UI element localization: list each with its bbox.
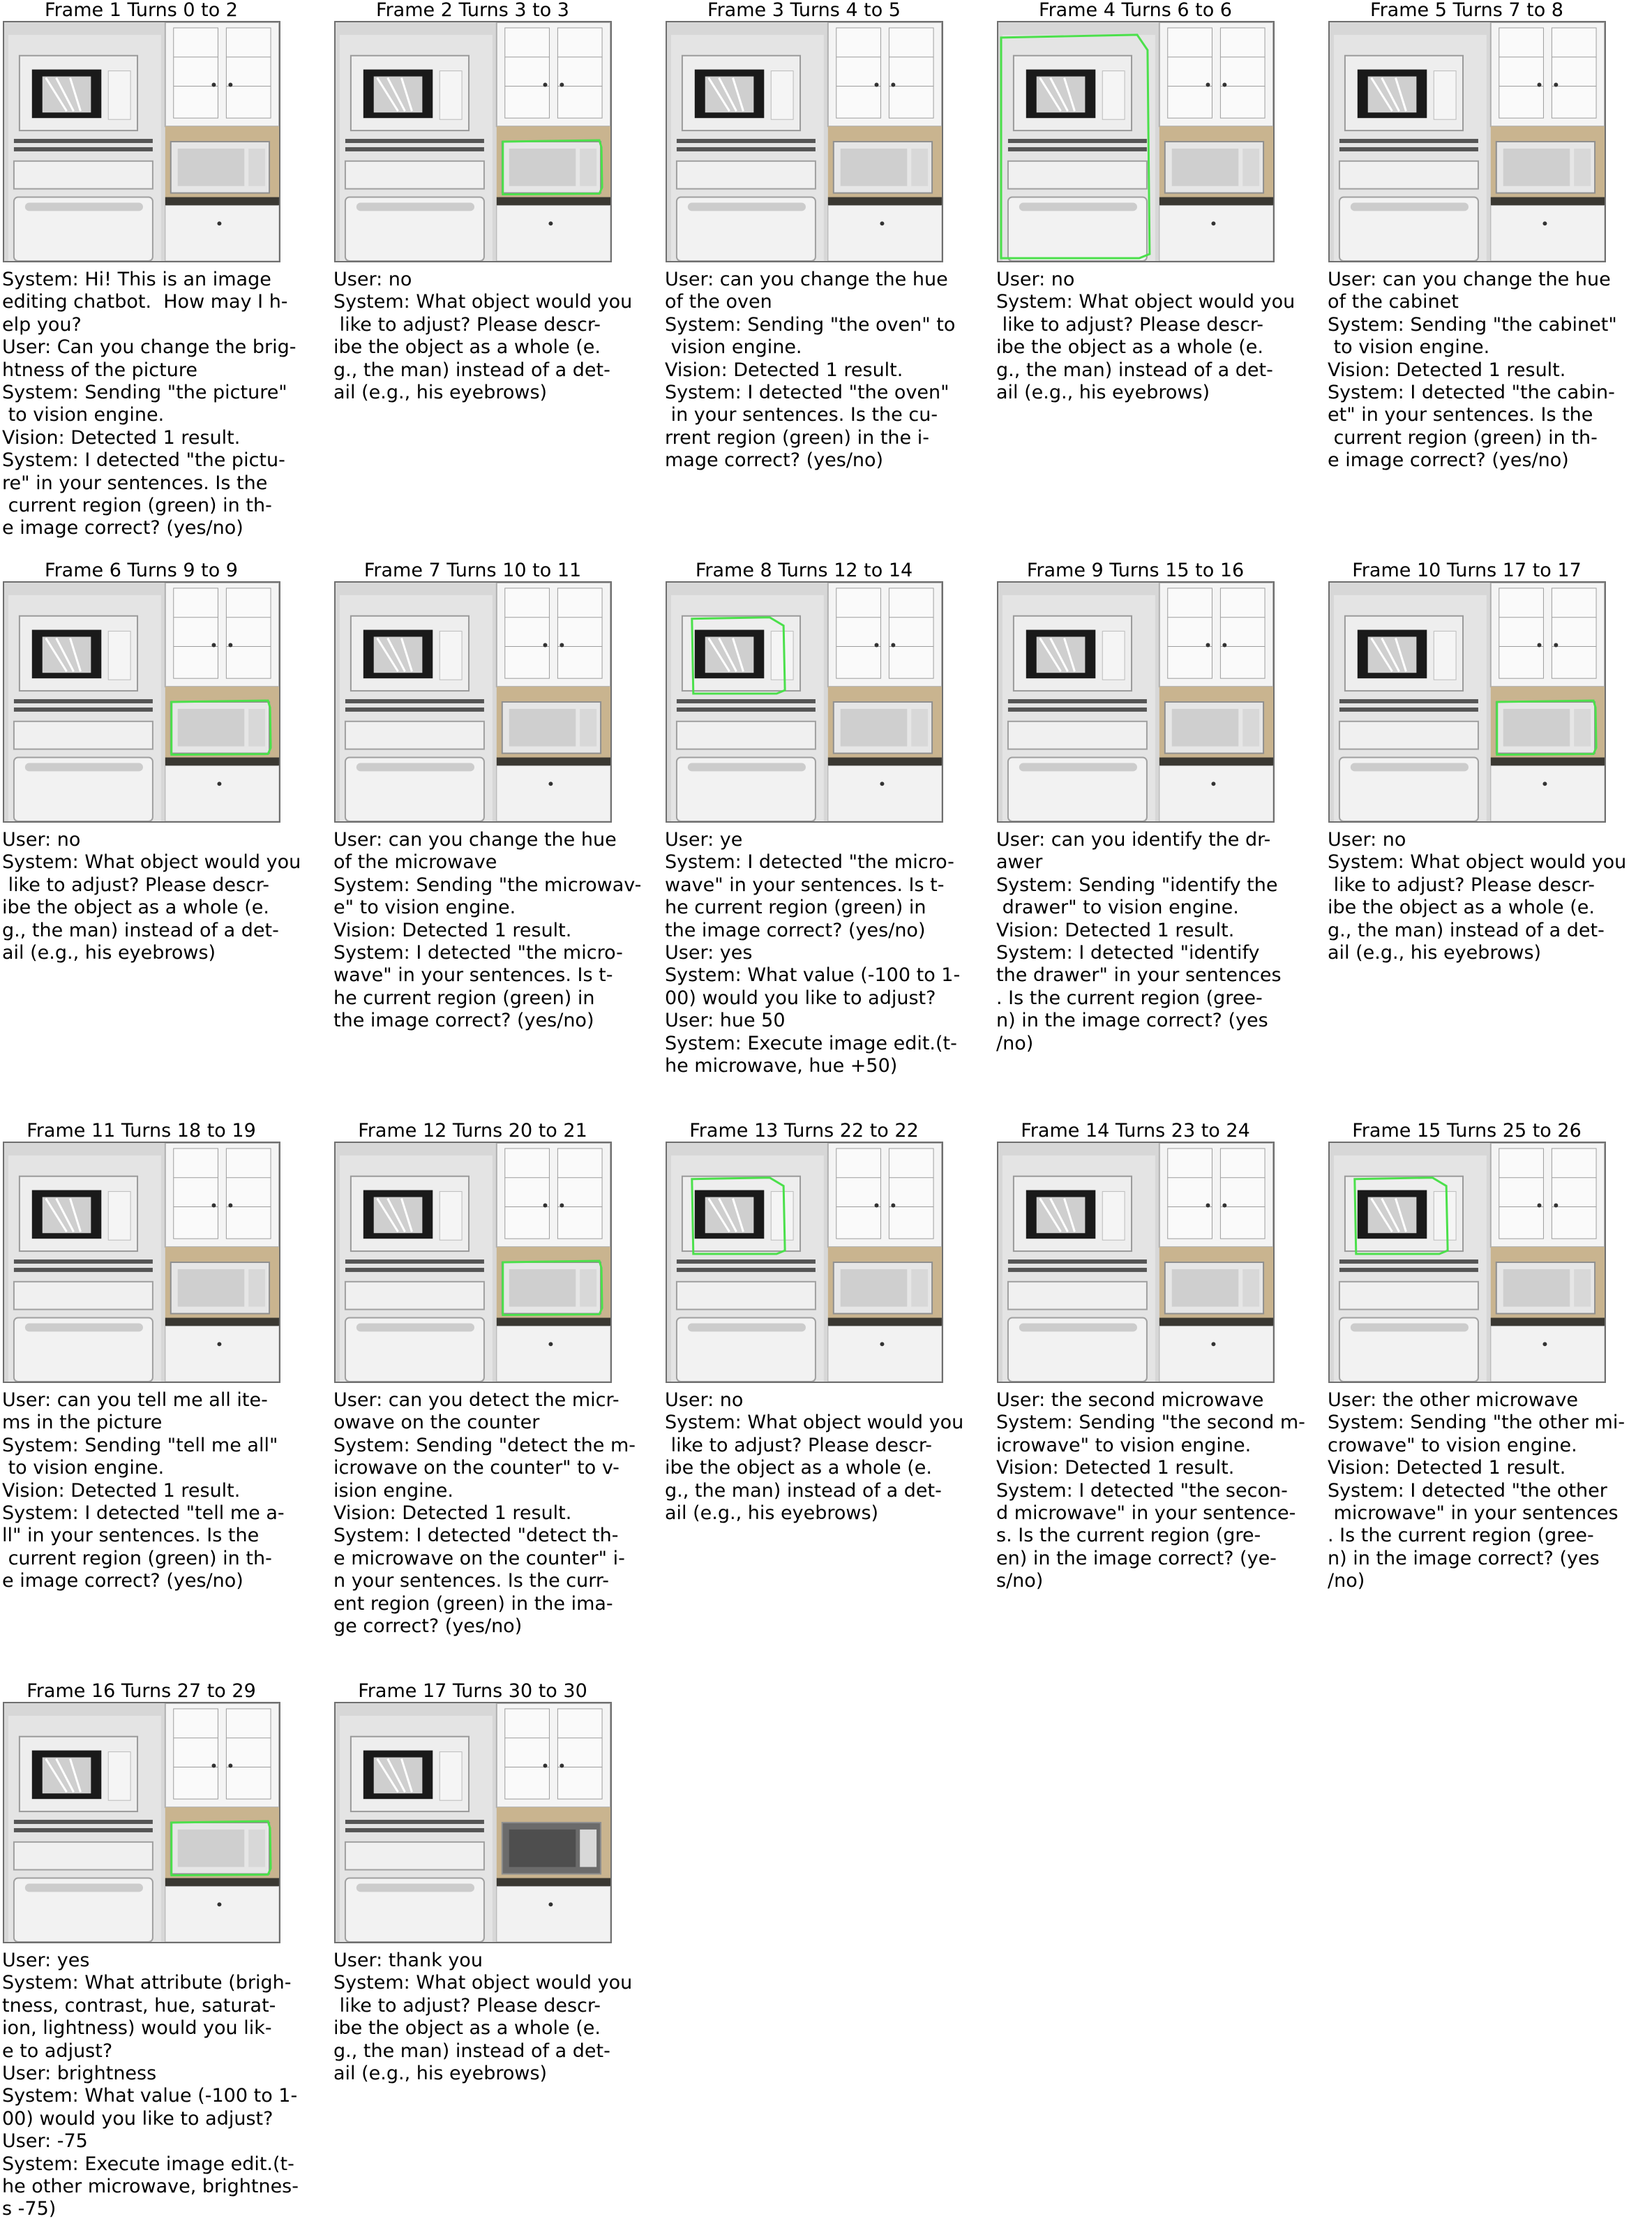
dialog-transcript: User: can you change the hue of the micr… — [333, 829, 642, 1032]
dialog-transcript: User: can you identify the dr- awer Syst… — [996, 829, 1282, 1054]
frame-title: Frame 8 Turns 12 to 14 — [695, 560, 913, 581]
dialog-transcript: User: no System: What object would you l… — [2, 829, 301, 964]
dialog-transcript: User: can you tell me all ite- ms in the… — [2, 1389, 285, 1592]
frame-title: Frame 12 Turns 20 to 21 — [358, 1120, 587, 1142]
dialog-transcript: System: Hi! This is an image editing cha… — [2, 269, 296, 539]
kitchen-photo — [997, 581, 1275, 823]
kitchen-photo — [666, 21, 943, 262]
dialog-transcript: User: the other microwave System: Sendin… — [1328, 1389, 1625, 1592]
frame-title: Frame 10 Turns 17 to 17 — [1352, 560, 1582, 581]
dialog-transcript: User: no System: What object would you l… — [996, 269, 1296, 404]
frame-title: Frame 11 Turns 18 to 19 — [27, 1120, 256, 1142]
frame-title: Frame 14 Turns 23 to 24 — [1021, 1120, 1250, 1142]
dialog-transcript: User: can you change the hue of the cabi… — [1328, 269, 1617, 472]
dialog-transcript: User: no System: What object would you l… — [1328, 829, 1627, 964]
frame-title: Frame 13 Turns 22 to 22 — [689, 1120, 919, 1142]
frame-title: Frame 17 Turns 30 to 30 — [358, 1680, 587, 1702]
kitchen-photo — [3, 581, 280, 823]
kitchen-photo — [3, 1142, 280, 1383]
frame-title: Frame 16 Turns 27 to 29 — [27, 1680, 256, 1702]
kitchen-photo — [997, 1142, 1275, 1383]
dialog-transcript: User: no System: What object would you l… — [333, 269, 633, 404]
kitchen-photo — [334, 581, 612, 823]
dialog-transcript: User: can you change the hue of the oven… — [665, 269, 956, 472]
kitchen-photo — [3, 21, 280, 262]
frame-title: Frame 7 Turns 10 to 11 — [363, 560, 582, 581]
frame-title: Frame 3 Turns 4 to 5 — [707, 0, 901, 21]
kitchen-photo — [997, 21, 1275, 262]
kitchen-photo — [666, 1142, 943, 1383]
frame-title: Frame 9 Turns 15 to 16 — [1026, 560, 1245, 581]
frame-title: Frame 4 Turns 6 to 6 — [1039, 0, 1232, 21]
frame-title: Frame 5 Turns 7 to 8 — [1370, 0, 1563, 21]
frame-title: Frame 1 Turns 0 to 2 — [45, 0, 238, 21]
dialog-transcript: User: ye System: I detected "the micro- … — [665, 829, 961, 1077]
kitchen-photo — [1328, 581, 1606, 823]
frame-title: Frame 6 Turns 9 to 9 — [45, 560, 238, 581]
kitchen-photo — [3, 1702, 280, 1943]
kitchen-photo — [334, 1142, 612, 1383]
dialog-transcript: User: thank you System: What object woul… — [333, 1950, 633, 2085]
dialog-transcript: User: yes System: What attribute (brigh-… — [2, 1950, 299, 2220]
dialog-transcript: User: can you detect the micr- owave on … — [333, 1389, 636, 1638]
kitchen-photo — [334, 1702, 612, 1943]
frame-title: Frame 2 Turns 3 to 3 — [376, 0, 569, 21]
frame-title: Frame 15 Turns 25 to 26 — [1352, 1120, 1582, 1142]
kitchen-photo — [334, 21, 612, 262]
kitchen-photo — [1328, 1142, 1606, 1383]
dialog-transcript: User: the second microwave System: Sendi… — [996, 1389, 1305, 1592]
dialog-transcript: User: no System: What object would you l… — [665, 1389, 964, 1525]
kitchen-photo — [1328, 21, 1606, 262]
kitchen-photo — [666, 581, 943, 823]
